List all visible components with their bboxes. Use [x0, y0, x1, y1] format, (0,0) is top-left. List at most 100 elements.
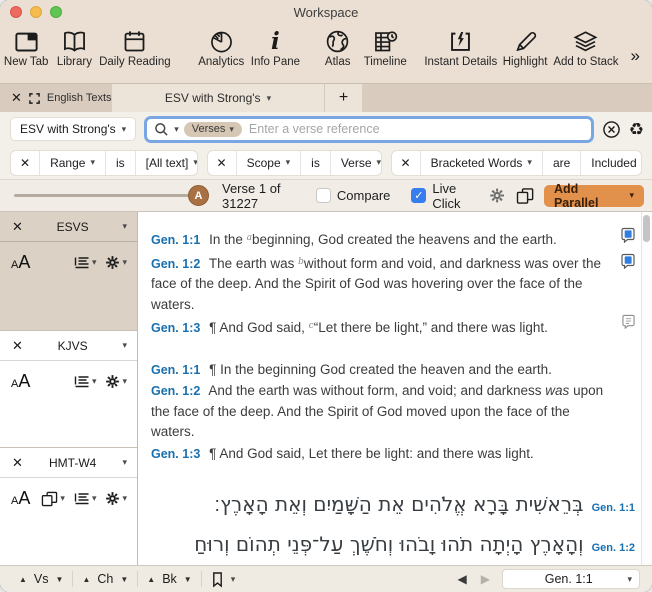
search-mode-label: Verses — [192, 123, 226, 135]
bookmark-button[interactable]: ▾ — [202, 571, 245, 588]
book-stepper: ▲ Bk ▼ — [138, 572, 200, 586]
chapter-down-button[interactable]: ▼ — [120, 575, 128, 584]
add-parallel-button[interactable]: Add Parallel ▾ — [544, 185, 644, 207]
add-tab-button[interactable]: + — [324, 84, 362, 112]
toolbar-label: Library — [57, 56, 92, 68]
info-pane-button[interactable]: i Info Pane — [253, 28, 298, 68]
pane-title[interactable]: ESVS — [23, 220, 123, 234]
chevron-down-icon: ▾ — [90, 157, 95, 168]
filter-value-dropdown[interactable]: Verse▾ — [330, 151, 382, 175]
daily-reading-button[interactable]: Daily Reading — [102, 28, 167, 68]
text-size-button[interactable]: AA — [11, 252, 30, 273]
chevron-down-icon[interactable]: ▾ — [122, 457, 127, 468]
text-size-button[interactable]: AA — [11, 488, 30, 509]
close-pane-button[interactable]: ✕ — [12, 455, 23, 471]
chevron-down-icon: ▾ — [92, 493, 97, 504]
slider-knob-badge[interactable]: A — [188, 185, 209, 206]
verse-reference-link[interactable]: Gen. 1:2 — [151, 384, 200, 398]
new-tab-button[interactable]: New Tab — [6, 28, 46, 68]
chevron-down-icon[interactable]: ▾ — [122, 340, 127, 351]
expand-zone-icon[interactable] — [29, 93, 40, 104]
remove-filter-button[interactable]: ✕ — [217, 156, 227, 170]
verse-reference-link[interactable]: Gen. 1:1 — [151, 233, 200, 247]
user-note-icon[interactable] — [621, 227, 635, 243]
live-click-checkbox[interactable]: ✓ — [411, 188, 426, 203]
display-options-button[interactable]: ▾ — [74, 375, 97, 389]
current-reference-value: Gen. 1:1 — [510, 572, 627, 586]
vertical-scrollbar[interactable] — [641, 212, 652, 565]
chevron-down-icon[interactable]: ▾ — [122, 221, 127, 232]
filter-value-label: Included — [591, 156, 636, 170]
library-button[interactable]: Library — [57, 28, 91, 68]
display-options-button[interactable]: ▾ — [74, 256, 97, 270]
close-pane-button[interactable]: ✕ — [12, 219, 23, 235]
highlight-button[interactable]: Highlight — [505, 28, 546, 68]
chevron-down-icon: ▾ — [92, 376, 97, 387]
toolbar-label: Timeline — [364, 56, 407, 68]
text-size-slider[interactable]: A — [14, 185, 210, 206]
display-options-button[interactable]: ▾ — [74, 492, 97, 506]
empty-note-icon[interactable] — [622, 314, 635, 329]
verse-up-button[interactable]: ▲ — [19, 575, 27, 584]
pane-title[interactable]: KJVS — [23, 339, 123, 353]
atlas-button[interactable]: Atlas — [321, 28, 355, 68]
verse-reference-link[interactable]: Gen. 1:1 — [151, 363, 200, 377]
pane-title[interactable]: HMT-W4 — [23, 456, 123, 470]
clear-search-button[interactable] — [602, 120, 621, 139]
filter-value-dropdown[interactable]: [All text]▾ — [135, 151, 198, 175]
verse-reference-link[interactable]: Gen. 1:2 — [592, 542, 635, 554]
filter-field-dropdown[interactable]: Scope▾ — [236, 151, 301, 175]
chevron-down-icon: ▾ — [627, 574, 632, 585]
pane-settings-button[interactable]: ▾ — [105, 491, 127, 506]
text-content-area[interactable]: Gen. 1:1 In the abeginning, God created … — [138, 212, 652, 565]
book-up-button[interactable]: ▲ — [147, 575, 155, 584]
filter-op-label: is — [105, 151, 135, 175]
pilcrow-mark: ¶ — [209, 446, 219, 461]
research-recycle-icon[interactable]: ♻ — [629, 121, 644, 138]
text-browser-button[interactable]: ▾ — [41, 491, 65, 507]
tab-esv-with-strongs[interactable]: ESV with Strong's ▾ — [112, 84, 324, 112]
add-to-stack-button[interactable]: Add to Stack — [556, 28, 615, 68]
filter-value-dropdown[interactable]: Included▾ — [580, 151, 642, 175]
pane-settings-button[interactable]: ▾ — [105, 255, 127, 270]
user-note-icon[interactable] — [621, 253, 635, 269]
remove-filter-button[interactable]: ✕ — [20, 156, 30, 170]
verse-reference-link[interactable]: Gen. 1:3 — [151, 447, 200, 461]
verse-reference-link[interactable]: Gen. 1:3 — [151, 321, 200, 335]
toolbar-overflow-chevron[interactable]: » — [627, 46, 644, 66]
toolbar-label: Info Pane — [251, 56, 300, 68]
compare-checkbox[interactable] — [316, 188, 331, 203]
close-pane-button[interactable]: ✕ — [12, 338, 23, 354]
verse-down-button[interactable]: ▼ — [56, 575, 64, 584]
text-size-button[interactable]: AA — [11, 371, 30, 392]
go-to-reference-field[interactable]: Gen. 1:1 ▾ — [502, 569, 640, 589]
kjv-text-block: Gen. 1:1 ¶ In the beginning God created … — [151, 360, 652, 465]
search-icon[interactable] — [154, 122, 169, 137]
remove-filter-button[interactable]: ✕ — [401, 156, 411, 170]
book-down-button[interactable]: ▼ — [184, 575, 192, 584]
verse-reference-link[interactable]: Gen. 1:2 — [151, 257, 200, 271]
history-forward-button[interactable]: ▶ — [481, 572, 490, 586]
filter-field-dropdown[interactable]: Bracketed Words▾ — [420, 151, 542, 175]
search-mode-pill[interactable]: Verses ▾ — [184, 122, 242, 137]
pane-header-esvs: ✕ ESVS ▾ AA ▾ ▾ — [0, 212, 137, 330]
module-select-button[interactable]: ESV with Strong's ▾ — [10, 117, 136, 141]
analytics-button[interactable]: Analytics — [200, 28, 242, 68]
verse-reference-input[interactable] — [247, 121, 585, 137]
pane-settings-button[interactable]: ▾ — [105, 374, 127, 389]
filter-field-dropdown[interactable]: Range▾ — [39, 151, 105, 175]
verse-reference-link[interactable]: Gen. 1:1 — [592, 502, 635, 514]
search-mode-chevron-icon[interactable]: ▾ — [174, 124, 179, 135]
pie-chart-icon — [208, 28, 235, 55]
timeline-button[interactable]: Timeline — [366, 28, 405, 68]
live-click-settings-gear-icon[interactable] — [489, 187, 505, 204]
instant-details-button[interactable]: Instant Details — [428, 28, 494, 68]
status-row: A Verse 1 of 31227 Compare ✓ Live Click … — [0, 180, 652, 212]
chapter-up-button[interactable]: ▲ — [82, 575, 90, 584]
pilcrow-mark: ¶ — [209, 362, 220, 377]
duplicate-pane-icon[interactable] — [516, 187, 534, 205]
scrollbar-thumb[interactable] — [643, 215, 650, 242]
close-zone-button[interactable]: ✕ — [11, 90, 22, 106]
main-area: ✕ ESVS ▾ AA ▾ ▾ — [0, 212, 652, 565]
history-back-button[interactable]: ◀ — [458, 572, 467, 586]
